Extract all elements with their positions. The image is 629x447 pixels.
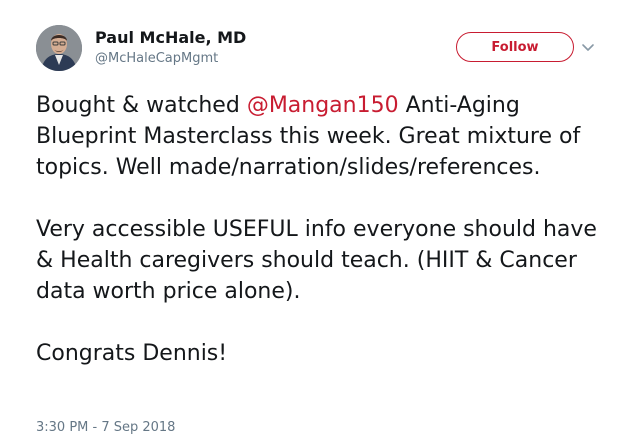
tweet-card: Paul McHale, MD @McHaleCapMgmt Follow Bo… (0, 0, 629, 447)
mention-link[interactable]: @Mangan150 (247, 93, 399, 118)
tweet-timestamp[interactable]: 3:30 PM - 7 Sep 2018 (36, 420, 175, 436)
tweet-text-part: Bought & watched (36, 93, 247, 118)
author-handle[interactable]: @McHaleCapMgmt (95, 51, 218, 67)
follow-button[interactable]: Follow (456, 32, 574, 62)
tweet-text: Bought & watched @Mangan150 Anti-Aging B… (36, 90, 616, 369)
more-options-button[interactable] (580, 39, 596, 55)
author-avatar[interactable] (36, 25, 82, 71)
chevron-down-icon (582, 44, 594, 51)
tweet-paragraph-2: Very accessible USEFUL info everyone sho… (36, 217, 597, 304)
profile-photo-icon (36, 25, 82, 71)
tweet-paragraph-3: Congrats Dennis! (36, 341, 228, 366)
tweet-paragraph-1: Bought & watched @Mangan150 Anti-Aging B… (36, 90, 616, 183)
author-name[interactable]: Paul McHale, MD (95, 28, 246, 48)
